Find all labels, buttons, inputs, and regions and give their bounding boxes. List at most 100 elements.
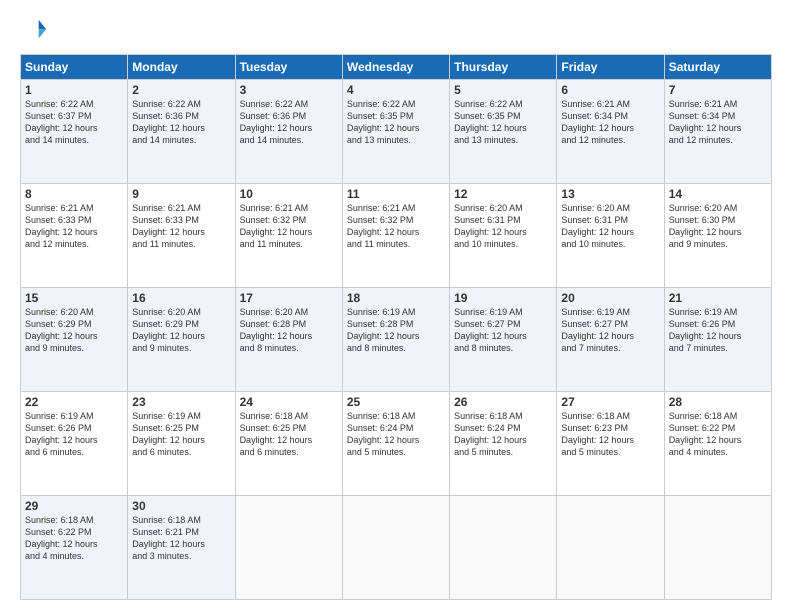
day-cell: 8 Sunrise: 6:21 AM Sunset: 6:33 PM Dayli… <box>21 184 128 288</box>
day-number: 12 <box>454 187 552 201</box>
day-cell: 17 Sunrise: 6:20 AM Sunset: 6:28 PM Dayl… <box>235 288 342 392</box>
day-info: Sunrise: 6:22 AM Sunset: 6:36 PM Dayligh… <box>132 98 230 147</box>
day-number: 2 <box>132 83 230 97</box>
day-cell <box>664 496 771 600</box>
day-cell: 30 Sunrise: 6:18 AM Sunset: 6:21 PM Dayl… <box>128 496 235 600</box>
day-info: Sunrise: 6:21 AM Sunset: 6:34 PM Dayligh… <box>669 98 767 147</box>
day-cell: 9 Sunrise: 6:21 AM Sunset: 6:33 PM Dayli… <box>128 184 235 288</box>
day-number: 9 <box>132 187 230 201</box>
day-number: 5 <box>454 83 552 97</box>
week-row-5: 29 Sunrise: 6:18 AM Sunset: 6:22 PM Dayl… <box>21 496 772 600</box>
day-cell: 26 Sunrise: 6:18 AM Sunset: 6:24 PM Dayl… <box>450 392 557 496</box>
day-cell: 11 Sunrise: 6:21 AM Sunset: 6:32 PM Dayl… <box>342 184 449 288</box>
day-info: Sunrise: 6:20 AM Sunset: 6:28 PM Dayligh… <box>240 306 338 355</box>
day-cell: 24 Sunrise: 6:18 AM Sunset: 6:25 PM Dayl… <box>235 392 342 496</box>
day-number: 30 <box>132 499 230 513</box>
page: SundayMondayTuesdayWednesdayThursdayFrid… <box>0 0 792 612</box>
day-cell: 28 Sunrise: 6:18 AM Sunset: 6:22 PM Dayl… <box>664 392 771 496</box>
day-info: Sunrise: 6:21 AM Sunset: 6:33 PM Dayligh… <box>25 202 123 251</box>
day-info: Sunrise: 6:21 AM Sunset: 6:34 PM Dayligh… <box>561 98 659 147</box>
day-cell: 29 Sunrise: 6:18 AM Sunset: 6:22 PM Dayl… <box>21 496 128 600</box>
day-cell: 20 Sunrise: 6:19 AM Sunset: 6:27 PM Dayl… <box>557 288 664 392</box>
day-number: 28 <box>669 395 767 409</box>
day-info: Sunrise: 6:19 AM Sunset: 6:26 PM Dayligh… <box>669 306 767 355</box>
day-number: 13 <box>561 187 659 201</box>
day-cell: 2 Sunrise: 6:22 AM Sunset: 6:36 PM Dayli… <box>128 80 235 184</box>
day-number: 16 <box>132 291 230 305</box>
day-info: Sunrise: 6:19 AM Sunset: 6:27 PM Dayligh… <box>454 306 552 355</box>
day-number: 22 <box>25 395 123 409</box>
day-info: Sunrise: 6:22 AM Sunset: 6:35 PM Dayligh… <box>454 98 552 147</box>
day-cell: 1 Sunrise: 6:22 AM Sunset: 6:37 PM Dayli… <box>21 80 128 184</box>
day-info: Sunrise: 6:18 AM Sunset: 6:22 PM Dayligh… <box>669 410 767 459</box>
week-row-4: 22 Sunrise: 6:19 AM Sunset: 6:26 PM Dayl… <box>21 392 772 496</box>
day-number: 6 <box>561 83 659 97</box>
day-number: 3 <box>240 83 338 97</box>
weekday-thursday: Thursday <box>450 55 557 80</box>
day-info: Sunrise: 6:19 AM Sunset: 6:25 PM Dayligh… <box>132 410 230 459</box>
day-cell: 10 Sunrise: 6:21 AM Sunset: 6:32 PM Dayl… <box>235 184 342 288</box>
day-cell: 6 Sunrise: 6:21 AM Sunset: 6:34 PM Dayli… <box>557 80 664 184</box>
day-info: Sunrise: 6:20 AM Sunset: 6:29 PM Dayligh… <box>132 306 230 355</box>
day-cell: 15 Sunrise: 6:20 AM Sunset: 6:29 PM Dayl… <box>21 288 128 392</box>
day-cell <box>557 496 664 600</box>
day-cell <box>450 496 557 600</box>
day-info: Sunrise: 6:20 AM Sunset: 6:29 PM Dayligh… <box>25 306 123 355</box>
day-cell: 23 Sunrise: 6:19 AM Sunset: 6:25 PM Dayl… <box>128 392 235 496</box>
day-info: Sunrise: 6:21 AM Sunset: 6:33 PM Dayligh… <box>132 202 230 251</box>
day-info: Sunrise: 6:20 AM Sunset: 6:30 PM Dayligh… <box>669 202 767 251</box>
day-number: 8 <box>25 187 123 201</box>
week-row-2: 8 Sunrise: 6:21 AM Sunset: 6:33 PM Dayli… <box>21 184 772 288</box>
day-info: Sunrise: 6:21 AM Sunset: 6:32 PM Dayligh… <box>347 202 445 251</box>
day-number: 14 <box>669 187 767 201</box>
logo-icon <box>20 16 48 44</box>
weekday-monday: Monday <box>128 55 235 80</box>
day-cell: 16 Sunrise: 6:20 AM Sunset: 6:29 PM Dayl… <box>128 288 235 392</box>
week-row-1: 1 Sunrise: 6:22 AM Sunset: 6:37 PM Dayli… <box>21 80 772 184</box>
day-number: 21 <box>669 291 767 305</box>
day-number: 29 <box>25 499 123 513</box>
logo <box>20 16 52 44</box>
day-cell: 5 Sunrise: 6:22 AM Sunset: 6:35 PM Dayli… <box>450 80 557 184</box>
day-cell <box>342 496 449 600</box>
day-number: 18 <box>347 291 445 305</box>
header <box>20 16 772 44</box>
day-cell: 18 Sunrise: 6:19 AM Sunset: 6:28 PM Dayl… <box>342 288 449 392</box>
day-number: 4 <box>347 83 445 97</box>
week-row-3: 15 Sunrise: 6:20 AM Sunset: 6:29 PM Dayl… <box>21 288 772 392</box>
day-cell: 7 Sunrise: 6:21 AM Sunset: 6:34 PM Dayli… <box>664 80 771 184</box>
day-number: 7 <box>669 83 767 97</box>
day-info: Sunrise: 6:19 AM Sunset: 6:26 PM Dayligh… <box>25 410 123 459</box>
day-number: 1 <box>25 83 123 97</box>
day-number: 26 <box>454 395 552 409</box>
day-cell <box>235 496 342 600</box>
day-cell: 12 Sunrise: 6:20 AM Sunset: 6:31 PM Dayl… <box>450 184 557 288</box>
day-info: Sunrise: 6:22 AM Sunset: 6:37 PM Dayligh… <box>25 98 123 147</box>
day-number: 11 <box>347 187 445 201</box>
day-cell: 13 Sunrise: 6:20 AM Sunset: 6:31 PM Dayl… <box>557 184 664 288</box>
weekday-saturday: Saturday <box>664 55 771 80</box>
day-cell: 3 Sunrise: 6:22 AM Sunset: 6:36 PM Dayli… <box>235 80 342 184</box>
day-number: 20 <box>561 291 659 305</box>
calendar-table: SundayMondayTuesdayWednesdayThursdayFrid… <box>20 54 772 600</box>
day-info: Sunrise: 6:18 AM Sunset: 6:24 PM Dayligh… <box>454 410 552 459</box>
day-info: Sunrise: 6:18 AM Sunset: 6:24 PM Dayligh… <box>347 410 445 459</box>
day-number: 27 <box>561 395 659 409</box>
weekday-wednesday: Wednesday <box>342 55 449 80</box>
day-number: 25 <box>347 395 445 409</box>
weekday-friday: Friday <box>557 55 664 80</box>
day-info: Sunrise: 6:18 AM Sunset: 6:21 PM Dayligh… <box>132 514 230 563</box>
day-cell: 27 Sunrise: 6:18 AM Sunset: 6:23 PM Dayl… <box>557 392 664 496</box>
day-info: Sunrise: 6:22 AM Sunset: 6:36 PM Dayligh… <box>240 98 338 147</box>
day-number: 15 <box>25 291 123 305</box>
weekday-sunday: Sunday <box>21 55 128 80</box>
day-cell: 4 Sunrise: 6:22 AM Sunset: 6:35 PM Dayli… <box>342 80 449 184</box>
day-number: 19 <box>454 291 552 305</box>
day-cell: 21 Sunrise: 6:19 AM Sunset: 6:26 PM Dayl… <box>664 288 771 392</box>
day-number: 24 <box>240 395 338 409</box>
day-info: Sunrise: 6:21 AM Sunset: 6:32 PM Dayligh… <box>240 202 338 251</box>
weekday-tuesday: Tuesday <box>235 55 342 80</box>
day-info: Sunrise: 6:18 AM Sunset: 6:23 PM Dayligh… <box>561 410 659 459</box>
day-cell: 14 Sunrise: 6:20 AM Sunset: 6:30 PM Dayl… <box>664 184 771 288</box>
day-info: Sunrise: 6:18 AM Sunset: 6:25 PM Dayligh… <box>240 410 338 459</box>
